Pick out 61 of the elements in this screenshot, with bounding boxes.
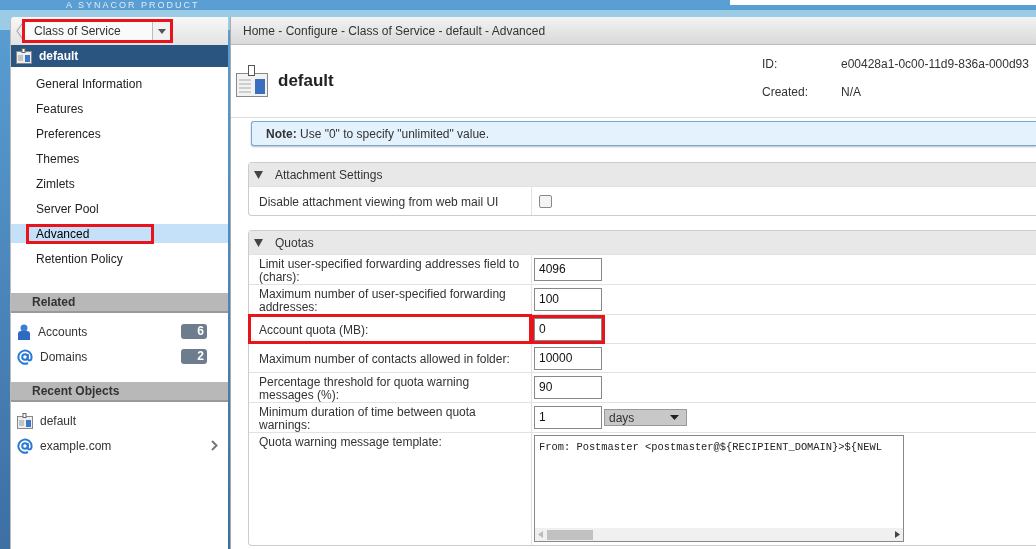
field-label: Created:: [762, 85, 810, 99]
nav-item[interactable]: Themes: [27, 149, 144, 168]
input-field[interactable]: 4096: [534, 258, 602, 281]
person-icon: [17, 323, 31, 340]
input-field[interactable]: 90: [534, 376, 602, 399]
section-header[interactable]: Quotas: [249, 231, 1036, 254]
section-header: Related: [11, 293, 228, 313]
scroll-right-icon[interactable]: [895, 531, 900, 538]
object-title: default: [278, 71, 334, 91]
section-title: Quotas: [275, 235, 314, 250]
input-field[interactable]: 10000: [534, 346, 602, 370]
caret-icon: [158, 28, 166, 34]
caret-icon: [670, 415, 679, 420]
scroll-thumb[interactable]: [547, 529, 593, 540]
chevron-right-icon[interactable]: [211, 440, 218, 451]
count-badge: 2: [181, 349, 207, 364]
field-label: Account quota (MB):: [249, 315, 531, 343]
section-title: Attachment Settings: [275, 167, 383, 182]
field-label: Maximum number of contacts allowed in folder:: [258, 351, 511, 368]
input-field[interactable]: 0: [534, 317, 602, 341]
field-label: Disable attachment viewing from web mail UI: [258, 194, 500, 211]
type-dropdown[interactable]: Class of Service: [23, 20, 172, 42]
cos-icon: [236, 65, 268, 97]
object-name: default: [39, 49, 79, 63]
at-sign-icon: [17, 437, 33, 454]
related-link[interactable]: Domains: [40, 349, 174, 364]
nav-item[interactable]: General Information: [27, 74, 207, 93]
note-banner: Note: Use "0" to specify "unlimited" value.: [251, 121, 1036, 146]
collapse-triangle-icon[interactable]: [254, 238, 263, 247]
field-label: Minimum duration of time between quota warnings:: [258, 404, 477, 432]
related-link[interactable]: Accounts: [38, 324, 174, 339]
at-sign-icon: [17, 348, 33, 365]
header-field[interactable]: [730, 0, 1036, 5]
nav-item[interactable]: Server Pool: [27, 199, 163, 218]
breadcrumb: Home - Configure - Class of Service - default - Advanced: [231, 17, 1036, 45]
field-label: ID:: [762, 57, 779, 71]
checkbox[interactable]: [539, 194, 552, 208]
field-label: Maximum number of user-specified forwarding addresses:: [258, 286, 507, 314]
collapse-triangle-icon[interactable]: [254, 170, 263, 179]
object-header[interactable]: default: [11, 45, 228, 67]
nav-item[interactable]: Zimlets: [27, 174, 139, 193]
nav-item[interactable]: Preferences: [27, 124, 165, 143]
section-header[interactable]: Attachment Settings: [249, 163, 1036, 186]
field-label: Limit user-specified forwarding addresses field to (chars):: [258, 256, 521, 284]
cos-icon: [17, 412, 33, 429]
field-label: Percentage threshold for quota warning messages (%):: [258, 374, 471, 402]
unit-dropdown[interactable]: days: [604, 409, 687, 426]
field-value: N/A: [841, 85, 862, 99]
recent-link[interactable]: default: [40, 413, 228, 428]
nav-item[interactable]: Retention Policy: [27, 249, 187, 268]
recent-link[interactable]: example.com: [40, 438, 204, 453]
section-header: Recent Objects: [11, 382, 228, 402]
input-field[interactable]: 100: [534, 288, 602, 311]
nav-item[interactable]: Features: [27, 99, 148, 118]
field-value: e00428a1-0c00-11d9-836a-000d93: [841, 57, 1029, 71]
input-field[interactable]: 1: [534, 406, 602, 429]
count-badge: 6: [181, 324, 207, 339]
field-label: Quota warning message template:: [258, 434, 443, 451]
cos-icon: [16, 48, 32, 64]
tagline: A SYNACOR PRODUCT: [66, 0, 200, 10]
text-area[interactable]: From: Postmaster <postmaster@${RECIPIENT_DOMAIN}>${NEWL: [534, 435, 904, 542]
